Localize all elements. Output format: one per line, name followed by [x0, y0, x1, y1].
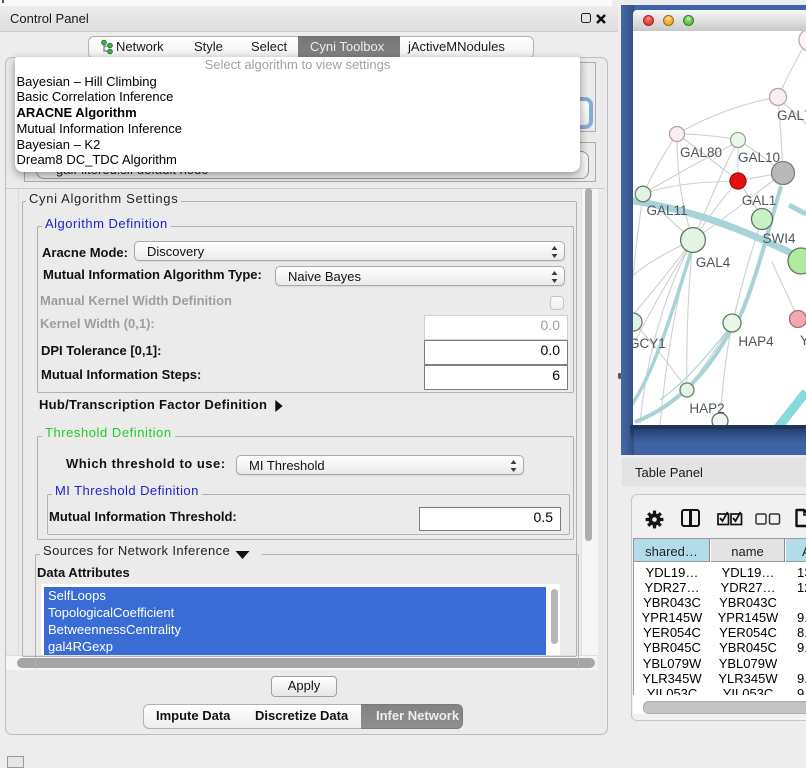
svg-text:HAP4: HAP4: [738, 334, 774, 349]
svg-text:Y: Y: [800, 333, 806, 348]
svg-text:GCY1: GCY1: [633, 336, 666, 351]
svg-text:GAL80: GAL80: [680, 145, 722, 160]
svg-text:SWI4: SWI4: [762, 231, 795, 246]
svg-text:HAP2: HAP2: [689, 401, 724, 416]
svg-text:GAL7: GAL7: [777, 108, 806, 123]
svg-text:GAL1: GAL1: [742, 193, 777, 208]
svg-text:GAL11: GAL11: [646, 203, 687, 218]
svg-text:GAL4: GAL4: [696, 255, 731, 270]
svg-text:GAL10: GAL10: [738, 150, 780, 165]
